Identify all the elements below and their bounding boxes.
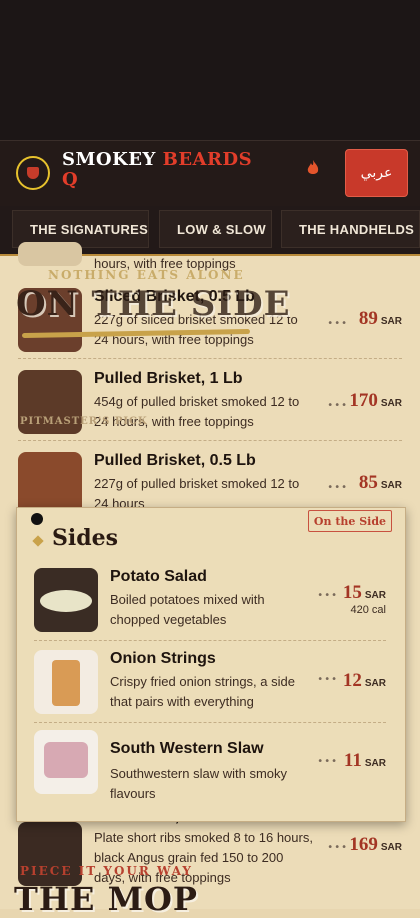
item-thumbnail bbox=[34, 568, 98, 632]
item-price: 12 SAR bbox=[342, 670, 386, 691]
price-leader: ••• bbox=[327, 842, 348, 853]
category-badge: On the Side bbox=[308, 510, 392, 532]
item-name: Pulled Brisket, 0.5 Lb bbox=[94, 452, 256, 469]
tab-label: THE SIGNATURES bbox=[30, 221, 149, 237]
tab-low-slow[interactable]: LOW & SLOW bbox=[159, 210, 272, 248]
diamond-icon bbox=[288, 225, 296, 233]
diamond-icon bbox=[19, 225, 27, 233]
item-price: 15 SAR bbox=[342, 582, 386, 603]
item-price: 169 SAR bbox=[349, 834, 402, 855]
item-description: Boiled potatoes mixed with chopped veget… bbox=[110, 592, 265, 627]
price-leader: ••• bbox=[327, 318, 348, 329]
panel-title: Sides bbox=[52, 525, 119, 551]
diamond-icon bbox=[166, 225, 174, 233]
bottom-tagline: PIECE IT YOUR WAY bbox=[20, 864, 194, 878]
brand-word-1: SMOKEY bbox=[62, 149, 156, 170]
tab-label: THE HANDHELDS bbox=[299, 221, 415, 237]
separator bbox=[34, 722, 386, 723]
item-name: Potato Salad bbox=[110, 568, 207, 585]
section-tagline: NOTHING EATS ALONE bbox=[48, 268, 245, 282]
brand-word-2: BEARDS bbox=[162, 149, 253, 170]
watermark-text: PITMASTER'S PICK bbox=[20, 416, 148, 427]
brand-name: SMOKEY BEARDS Q bbox=[62, 150, 282, 190]
separator bbox=[18, 440, 402, 441]
item-thumbnail bbox=[18, 242, 82, 266]
item-name: Pulled Brisket, 1 Lb bbox=[94, 370, 243, 387]
tab-handhelds[interactable]: THE HANDHELDS bbox=[281, 210, 420, 248]
status-area bbox=[0, 0, 420, 140]
item-price: 89 SAR bbox=[358, 308, 402, 329]
item-description: Southwestern slaw with smoky flavours bbox=[110, 766, 288, 801]
language-toggle-button[interactable]: عربي bbox=[345, 149, 408, 197]
bottom-section-title: THE MOP bbox=[14, 880, 198, 918]
price-leader: ••• bbox=[317, 674, 338, 685]
brand-word-3: Q bbox=[62, 169, 79, 190]
item-name: South Western Slaw bbox=[110, 740, 264, 757]
price-leader: ••• bbox=[317, 590, 338, 601]
price-leader: ••• bbox=[327, 482, 348, 493]
item-name: Onion Strings bbox=[110, 650, 216, 667]
item-description: Plate short ribs smoked 8 to 16 hours, b… bbox=[94, 830, 313, 885]
dot-icon bbox=[31, 513, 43, 525]
separator bbox=[34, 640, 386, 641]
item-price: 85 SAR bbox=[358, 472, 402, 493]
logo-icon[interactable] bbox=[16, 156, 50, 190]
separator bbox=[18, 358, 402, 359]
item-description: Crispy fried onion strings, a side that … bbox=[110, 674, 295, 709]
price-leader: ••• bbox=[317, 756, 338, 767]
section-title: ON THE SIDE bbox=[16, 284, 291, 324]
tab-label: LOW & SLOW bbox=[177, 221, 266, 237]
item-price: 170 SAR bbox=[349, 390, 402, 411]
price-leader: ••• bbox=[327, 400, 348, 411]
item-thumbnail bbox=[34, 730, 98, 794]
item-price: 11 SAR bbox=[343, 750, 386, 771]
item-thumbnail bbox=[34, 650, 98, 714]
flame-icon bbox=[307, 160, 319, 174]
item-calories: 420 cal bbox=[350, 604, 386, 616]
